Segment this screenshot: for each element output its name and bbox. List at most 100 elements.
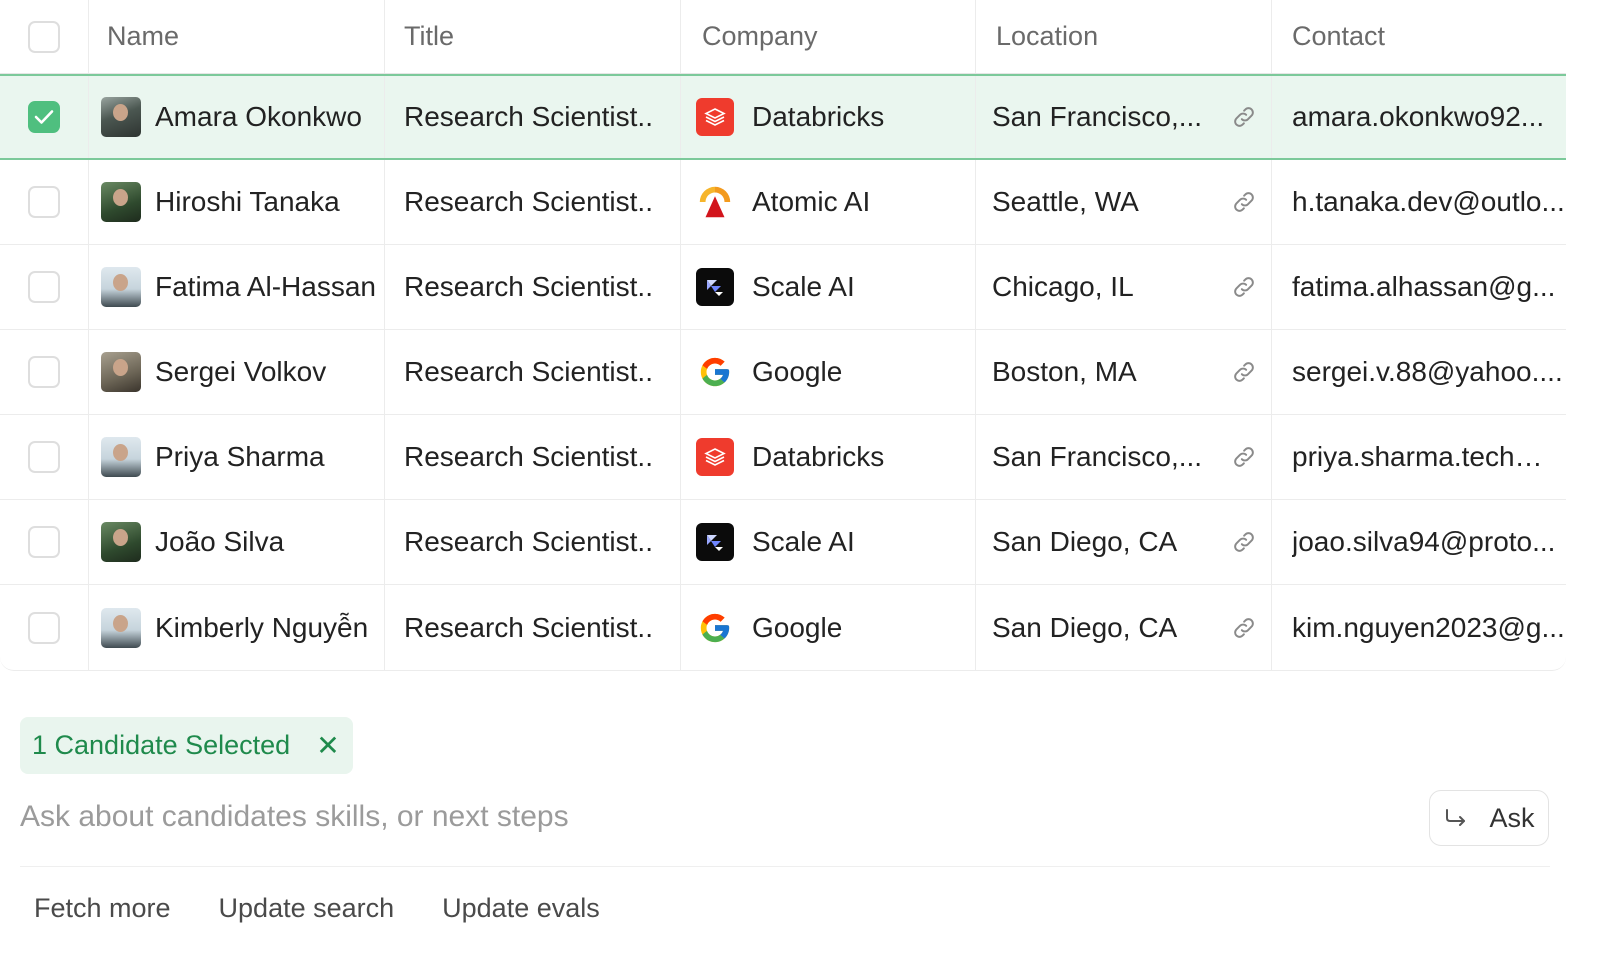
company-name: Databricks — [752, 101, 885, 132]
column-header-location[interactable]: Location — [976, 0, 1272, 73]
selection-chip: 1 Candidate Selected ✕ — [20, 717, 353, 774]
avatar — [101, 182, 141, 222]
contact-email[interactable]: h.tanaka.dev@outlo... — [1292, 186, 1565, 218]
link-icon[interactable] — [1231, 274, 1257, 300]
contact-email[interactable]: joao.silva94@proto... — [1292, 526, 1555, 558]
row-select-cell — [0, 330, 89, 414]
scale-ai-logo-icon — [696, 523, 734, 561]
location-cell: San Diego, CA — [976, 585, 1272, 670]
company-cell: Google — [681, 585, 976, 670]
row-checkbox[interactable] — [28, 441, 60, 473]
company-cell: Google — [681, 330, 976, 414]
ask-input[interactable]: Ask about candidates skills, or next ste… — [20, 800, 569, 834]
column-header-name[interactable]: Name — [89, 0, 385, 73]
location-cell: Boston, MA — [976, 330, 1272, 414]
location-cell: Chicago, IL — [976, 245, 1272, 329]
contact-email[interactable]: kim.nguyen2023@g... — [1292, 612, 1565, 644]
company-name: Scale AI — [752, 526, 855, 557]
close-icon[interactable]: ✕ — [316, 731, 339, 760]
contact-email[interactable]: amara.okonkwo92... — [1292, 101, 1544, 133]
column-header-title[interactable]: Title — [385, 0, 681, 73]
name-cell: Kimberly Nguyễn — [89, 585, 385, 670]
update-evals-button[interactable]: Update evals — [442, 893, 600, 924]
name-cell: Sergei Volkov — [89, 330, 385, 414]
name-cell: Amara Okonkwo — [89, 76, 385, 158]
link-icon[interactable] — [1231, 359, 1257, 385]
atomic-ai-logo-icon — [696, 183, 734, 221]
company-name: Google — [752, 611, 843, 643]
company-name: Scale AI — [752, 271, 855, 302]
candidate-name[interactable]: Kimberly Nguyễn — [155, 612, 368, 644]
table-row[interactable]: Priya Sharma Research Scientist.. Databr… — [0, 415, 1566, 500]
avatar — [101, 267, 141, 307]
return-arrow-icon — [1446, 809, 1466, 826]
candidate-name[interactable]: Sergei Volkov — [155, 356, 326, 388]
avatar — [101, 97, 141, 137]
update-search-button[interactable]: Update search — [219, 893, 395, 924]
avatar — [101, 437, 141, 477]
ask-button[interactable]: Ask — [1429, 790, 1549, 846]
column-header-contact[interactable]: Contact — [1272, 0, 1566, 73]
candidate-name[interactable]: Fatima Al-Hassan — [155, 271, 376, 303]
table-header-row: Name Title Company Location Contact — [0, 0, 1566, 74]
select-all-checkbox[interactable] — [28, 20, 60, 53]
location-text: San Diego, CA — [992, 526, 1178, 557]
row-checkbox[interactable] — [28, 526, 60, 558]
contact-cell: fatima.alhassan@g... — [1272, 245, 1566, 329]
table-row[interactable]: Sergei Volkov Research Scientist.. Googl… — [0, 330, 1566, 415]
column-header-company[interactable]: Company — [681, 0, 976, 73]
location-text: Chicago, IL — [992, 271, 1134, 302]
company-cell: Databricks — [681, 76, 976, 158]
table-row[interactable]: Amara Okonkwo Research Scientist.. Datab… — [0, 74, 1566, 160]
table-row[interactable]: João Silva Research Scientist.. Scale AI… — [0, 500, 1566, 585]
candidate-title: Research Scientist.. — [404, 356, 653, 387]
link-icon[interactable] — [1231, 104, 1257, 130]
contact-email[interactable]: fatima.alhassan@g... — [1292, 271, 1555, 303]
location-cell: San Francisco,... — [976, 76, 1272, 158]
databricks-logo-icon — [696, 438, 734, 476]
row-checkbox[interactable] — [28, 186, 60, 218]
row-checkbox[interactable] — [28, 101, 60, 133]
candidate-name[interactable]: Hiroshi Tanaka — [155, 186, 340, 218]
scale-ai-logo-icon — [696, 268, 734, 306]
link-icon[interactable] — [1231, 615, 1257, 641]
check-icon — [34, 110, 54, 124]
row-checkbox[interactable] — [28, 271, 60, 303]
candidate-name[interactable]: João Silva — [155, 526, 284, 558]
company-name: Atomic AI — [752, 186, 871, 217]
name-cell: João Silva — [89, 500, 385, 584]
composer-divider — [20, 866, 1550, 867]
link-icon[interactable] — [1231, 444, 1257, 470]
contact-cell: h.tanaka.dev@outlo... — [1272, 160, 1566, 244]
name-cell: Fatima Al-Hassan — [89, 245, 385, 329]
contact-email[interactable]: sergei.v.88@yahoo.... — [1292, 356, 1563, 388]
fetch-more-button[interactable]: Fetch more — [34, 893, 171, 924]
contact-cell: priya.sharma.tech@... — [1272, 415, 1566, 499]
table-row[interactable]: Fatima Al-Hassan Research Scientist.. Sc… — [0, 245, 1566, 330]
table-row[interactable]: Kimberly Nguyễn Research Scientist.. Goo… — [0, 585, 1566, 670]
company-cell: Atomic AI — [681, 160, 976, 244]
link-icon[interactable] — [1231, 529, 1257, 555]
quick-actions: Fetch more Update search Update evals — [34, 893, 600, 924]
link-icon[interactable] — [1231, 189, 1257, 215]
candidate-name[interactable]: Amara Okonkwo — [155, 101, 362, 133]
candidate-title: Research Scientist.. — [404, 526, 653, 557]
location-text: Boston, MA — [992, 356, 1137, 387]
location-cell: Seattle, WA — [976, 160, 1272, 244]
contact-cell: joao.silva94@proto... — [1272, 500, 1566, 584]
location-text: San Francisco,... — [992, 441, 1203, 472]
row-select-cell — [0, 585, 89, 670]
company-name: Google — [752, 356, 843, 387]
row-checkbox[interactable] — [28, 356, 60, 388]
candidate-name[interactable]: Priya Sharma — [155, 441, 325, 473]
candidate-title: Research Scientist.. — [404, 271, 653, 302]
contact-email[interactable]: priya.sharma.tech@... — [1292, 441, 1566, 473]
name-cell: Hiroshi Tanaka — [89, 160, 385, 244]
title-cell: Research Scientist.. — [385, 330, 681, 414]
contact-cell: kim.nguyen2023@g... — [1272, 585, 1566, 670]
google-logo-icon — [696, 609, 734, 647]
table-row[interactable]: Hiroshi Tanaka Research Scientist.. Atom… — [0, 160, 1566, 245]
location-text: Seattle, WA — [992, 186, 1139, 217]
contact-cell: amara.okonkwo92... — [1272, 76, 1566, 158]
row-checkbox[interactable] — [28, 611, 60, 644]
